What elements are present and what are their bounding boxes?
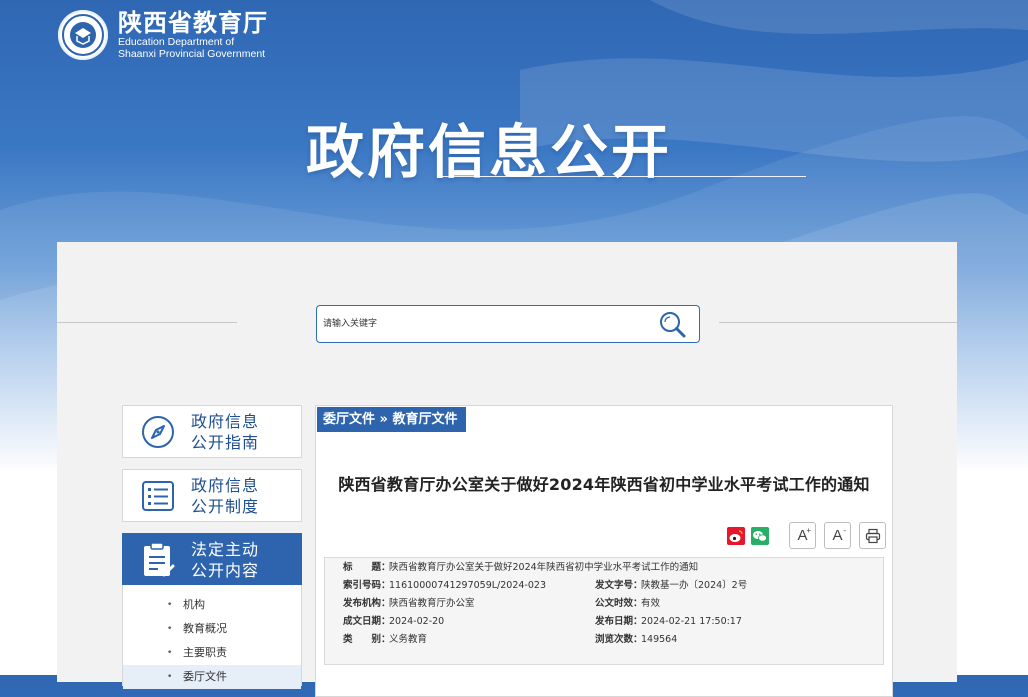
document-title: 陕西省教育厅办公室关于做好2024年陕西省初中学业水平考试工作的通知 [338, 475, 870, 494]
font-larger-button[interactable]: A + [789, 522, 816, 549]
meta-index-label: 索引号码： [343, 580, 391, 591]
org-name-en-line1: Education Department of [118, 36, 235, 48]
document-content: 委厅文件 » 教育厅文件 陕西省教育厅办公室关于做好2024年陕西省初中学业水平… [315, 405, 893, 697]
meta-created-label: 成文日期： [343, 616, 391, 627]
font-smaller-label: A [832, 527, 843, 544]
print-button[interactable] [859, 522, 886, 549]
meta-validity-value: 有效 [641, 598, 661, 609]
meta-views-value: 149564 [641, 634, 678, 645]
sidebar-card-system[interactable]: 政府信息 公开制度 [122, 469, 302, 522]
search-input[interactable] [321, 314, 645, 334]
sidebar-item-documents[interactable]: 委厅文件 [123, 665, 301, 689]
meta-issuer-value: 陕西省教育厅办公室 [389, 598, 475, 609]
meta-title-value: 陕西省教育厅办公室关于做好2024年陕西省初中学业水平考试工作的通知 [389, 562, 699, 573]
font-smaller-sup: - [843, 526, 846, 535]
site-logo[interactable]: 陕西省教育厅 Education Department of Shaanxi P… [58, 10, 268, 60]
sidebar-card-label: 公开内容 [191, 560, 260, 580]
meta-validity-label: 公文时效： [595, 598, 643, 609]
document-metadata: 标 题： 陕西省教育厅办公室关于做好2024年陕西省初中学业水平考试工作的通知 … [324, 557, 884, 665]
meta-row: 索引号码： 11610000741297059L/2024-023 发文字号： … [325, 577, 883, 595]
sidebar-item-overview[interactable]: 教育概况 [123, 617, 301, 641]
meta-issuer-label: 发布机构： [343, 598, 391, 609]
divider-right [719, 322, 957, 323]
breadcrumb-level2[interactable]: 教育厅文件 [392, 412, 457, 427]
search-button[interactable] [657, 309, 689, 339]
breadcrumb-level1[interactable]: 委厅文件 [323, 412, 375, 427]
sidebar-card-label: 公开指南 [191, 432, 260, 452]
meta-title-label: 标 题： [343, 562, 391, 573]
sidebar-card-label: 法定主动 [191, 539, 260, 559]
list-icon [142, 480, 174, 511]
main-panel: 政府信息 公开指南 政府信息 公开制度 [57, 242, 957, 697]
document-toolbar: A + A - [721, 522, 886, 549]
meta-row: 成文日期： 2024-02-20 发布日期： 2024-02-21 17:50:… [325, 613, 883, 631]
meta-views-label: 浏览次数： [595, 634, 643, 645]
weibo-icon[interactable] [727, 526, 745, 545]
sidebar-card-label: 政府信息 [191, 411, 260, 431]
banner-title-underline [440, 176, 806, 177]
divider-left [57, 322, 237, 323]
sidebar-card-label: 政府信息 [191, 475, 260, 495]
sidebar-item-duties[interactable]: 主要职责 [123, 641, 301, 665]
breadcrumb-separator: » [379, 412, 388, 427]
meta-category-value: 义务教育 [389, 634, 428, 645]
breadcrumb: 委厅文件 » 教育厅文件 [317, 407, 466, 432]
meta-row: 发布机构： 陕西省教育厅办公室 公文时效： 有效 [325, 595, 883, 613]
sidebar-submenu: 机构 教育概况 主要职责 委厅文件 [122, 585, 302, 689]
compass-icon [142, 415, 174, 448]
meta-published-value: 2024-02-21 17:50:17 [641, 616, 742, 627]
sidebar-item-institution[interactable]: 机构 [123, 593, 301, 617]
search-icon [660, 312, 686, 338]
print-icon [865, 528, 880, 543]
font-larger-sup: + [806, 526, 811, 535]
sidebar-card-guide[interactable]: 政府信息 公开指南 [122, 405, 302, 458]
meta-index-value: 11610000741297059L/2024-023 [389, 580, 546, 591]
search-bar [316, 305, 700, 343]
meta-category-label: 类 别： [343, 634, 391, 645]
sidebar-card-content[interactable]: 法定主动 公开内容 [122, 533, 302, 586]
meta-created-value: 2024-02-20 [389, 616, 445, 627]
sidebar-card-label: 公开制度 [191, 496, 260, 516]
font-smaller-button[interactable]: A - [824, 522, 851, 549]
clipboard-icon [144, 541, 175, 576]
emblem-icon [58, 10, 108, 60]
meta-docno-value: 陕教基一办〔2024〕2号 [641, 580, 748, 591]
org-name-en-line2: Shaanxi Provincial Government [118, 48, 266, 60]
meta-docno-label: 发文字号： [595, 580, 643, 591]
wechat-icon[interactable] [751, 526, 769, 545]
meta-published-label: 发布日期： [595, 616, 643, 627]
meta-row: 标 题： 陕西省教育厅办公室关于做好2024年陕西省初中学业水平考试工作的通知 [325, 559, 883, 577]
org-name-cn: 陕西省教育厅 [118, 9, 268, 37]
meta-row: 类 别： 义务教育 浏览次数： 149564 [325, 631, 883, 649]
